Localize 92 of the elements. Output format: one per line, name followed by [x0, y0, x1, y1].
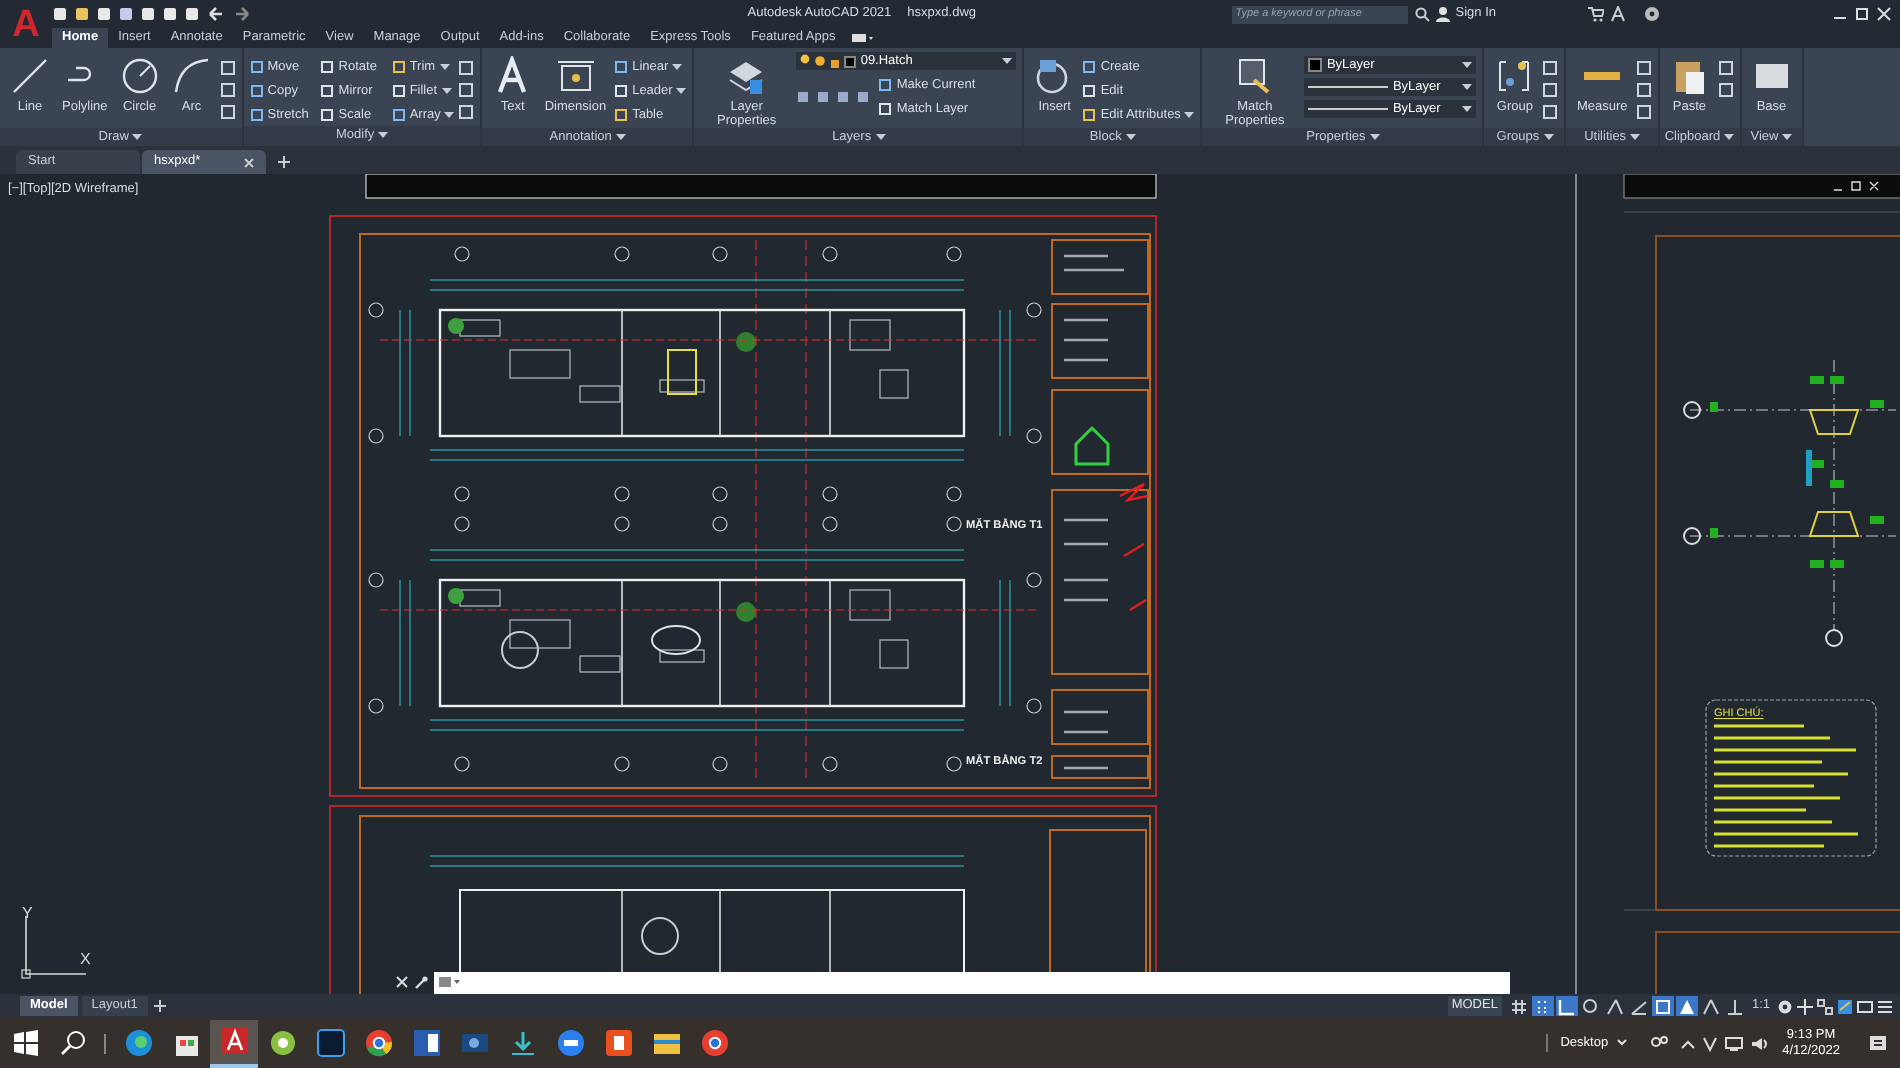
autodesk-app-icon	[1610, 6, 1626, 22]
chrome-browser-icon	[699, 1028, 729, 1058]
caret-icon	[1002, 57, 1013, 65]
clean-screen-icon	[1856, 997, 1874, 1015]
add-tab-icon	[274, 152, 294, 172]
status-toggle[interactable]	[1531, 996, 1554, 1016]
network-icon	[1724, 1035, 1745, 1051]
chevron-icon	[1616, 1037, 1629, 1049]
menu-icon	[1876, 997, 1894, 1015]
status-toggle[interactable]	[1723, 996, 1746, 1016]
download-app-icon	[507, 1028, 537, 1058]
document-app-icon	[603, 1028, 633, 1058]
user-icon	[1435, 6, 1450, 22]
windows-start-icon	[9, 1028, 39, 1058]
status-toggle[interactable]	[1675, 996, 1698, 1016]
taskbar-app[interactable]	[210, 1019, 258, 1067]
redo-icon	[232, 6, 252, 22]
caret-icon	[1462, 83, 1473, 91]
group-icon	[1494, 56, 1535, 96]
add-layout-icon	[151, 998, 168, 1014]
status-toggle[interactable]	[1699, 996, 1722, 1016]
lightbulb-icon	[800, 54, 811, 68]
ucs-axes-icon	[21, 915, 87, 979]
caret-icon	[615, 133, 626, 142]
caret-icon	[1782, 133, 1793, 142]
undo-icon	[206, 6, 226, 22]
caret-icon	[1462, 105, 1473, 113]
help-icon	[1644, 6, 1660, 22]
caret-icon	[1630, 133, 1641, 142]
hardware-acceleration-icon	[1836, 997, 1854, 1015]
circle-icon	[1581, 997, 1600, 1015]
cart-icon	[1588, 6, 1604, 22]
caret-icon	[378, 132, 389, 140]
ucs-axis-label: X	[80, 950, 91, 968]
dots-icon	[1533, 997, 1552, 1015]
angle-icon	[1629, 997, 1648, 1015]
isolate-icon	[1816, 997, 1834, 1015]
maximize-icon	[1854, 6, 1870, 22]
close-icon	[1876, 6, 1892, 22]
status-toggle[interactable]	[1579, 996, 1602, 1016]
close-icon	[396, 976, 408, 988]
caret-icon	[875, 133, 886, 142]
axis-icon	[1725, 997, 1744, 1015]
caret-icon	[1543, 133, 1554, 142]
ring-app-icon	[267, 1028, 297, 1058]
layers-stack-icon	[726, 56, 767, 96]
chevron-up-icon	[1680, 1035, 1697, 1051]
browser-icon	[123, 1028, 153, 1058]
notification-icon	[1868, 1033, 1888, 1053]
circle-icon	[119, 56, 160, 96]
ruler-icon	[1582, 72, 1623, 80]
triangle-icon	[1677, 997, 1696, 1015]
status-toggle[interactable]	[1627, 996, 1650, 1016]
angle-icon	[1605, 997, 1624, 1015]
word-app-icon	[411, 1028, 441, 1058]
status-toggle[interactable]	[1603, 996, 1626, 1016]
caret-icon	[1724, 133, 1735, 142]
chrome-browser-icon	[363, 1028, 393, 1058]
sun-icon	[814, 54, 827, 68]
ucs-axis-label: Y	[22, 904, 33, 922]
caret-up-icon	[1701, 997, 1720, 1015]
status-toggle[interactable]	[1555, 996, 1578, 1016]
plus-icon	[1796, 997, 1814, 1015]
line-icon	[10, 56, 50, 96]
command-prompt-icon	[438, 976, 460, 988]
speaker-icon	[1750, 1035, 1771, 1051]
square-icon	[1653, 997, 1672, 1015]
video-app-icon	[459, 1028, 489, 1058]
close-icon[interactable]	[244, 157, 254, 167]
note-lines-drawing	[1714, 724, 1858, 848]
command-line-field[interactable]	[434, 971, 1510, 993]
caret-icon	[132, 133, 143, 142]
grid-icon	[1509, 997, 1528, 1015]
status-toggle[interactable]	[1507, 996, 1530, 1016]
arc-icon	[171, 56, 212, 96]
caret-icon	[1125, 133, 1136, 142]
corner-icon	[1557, 997, 1576, 1015]
search-icon	[57, 1028, 87, 1058]
wrench-icon	[414, 975, 428, 989]
caret-icon	[1369, 133, 1380, 142]
status-toggle[interactable]	[1651, 996, 1674, 1016]
workspace-icon	[849, 32, 874, 44]
search-icon	[1413, 6, 1430, 22]
window-controls-drawing	[1833, 181, 1879, 191]
dimension-icon	[555, 56, 596, 96]
folder-icon	[651, 1028, 681, 1058]
photoshop-app-icon	[315, 1028, 345, 1058]
lock-icon	[830, 54, 841, 68]
autocad-app-icon	[219, 1026, 249, 1056]
caret-icon	[1462, 61, 1473, 69]
match-properties-icon	[1234, 56, 1275, 96]
chat-app-icon	[555, 1028, 585, 1058]
